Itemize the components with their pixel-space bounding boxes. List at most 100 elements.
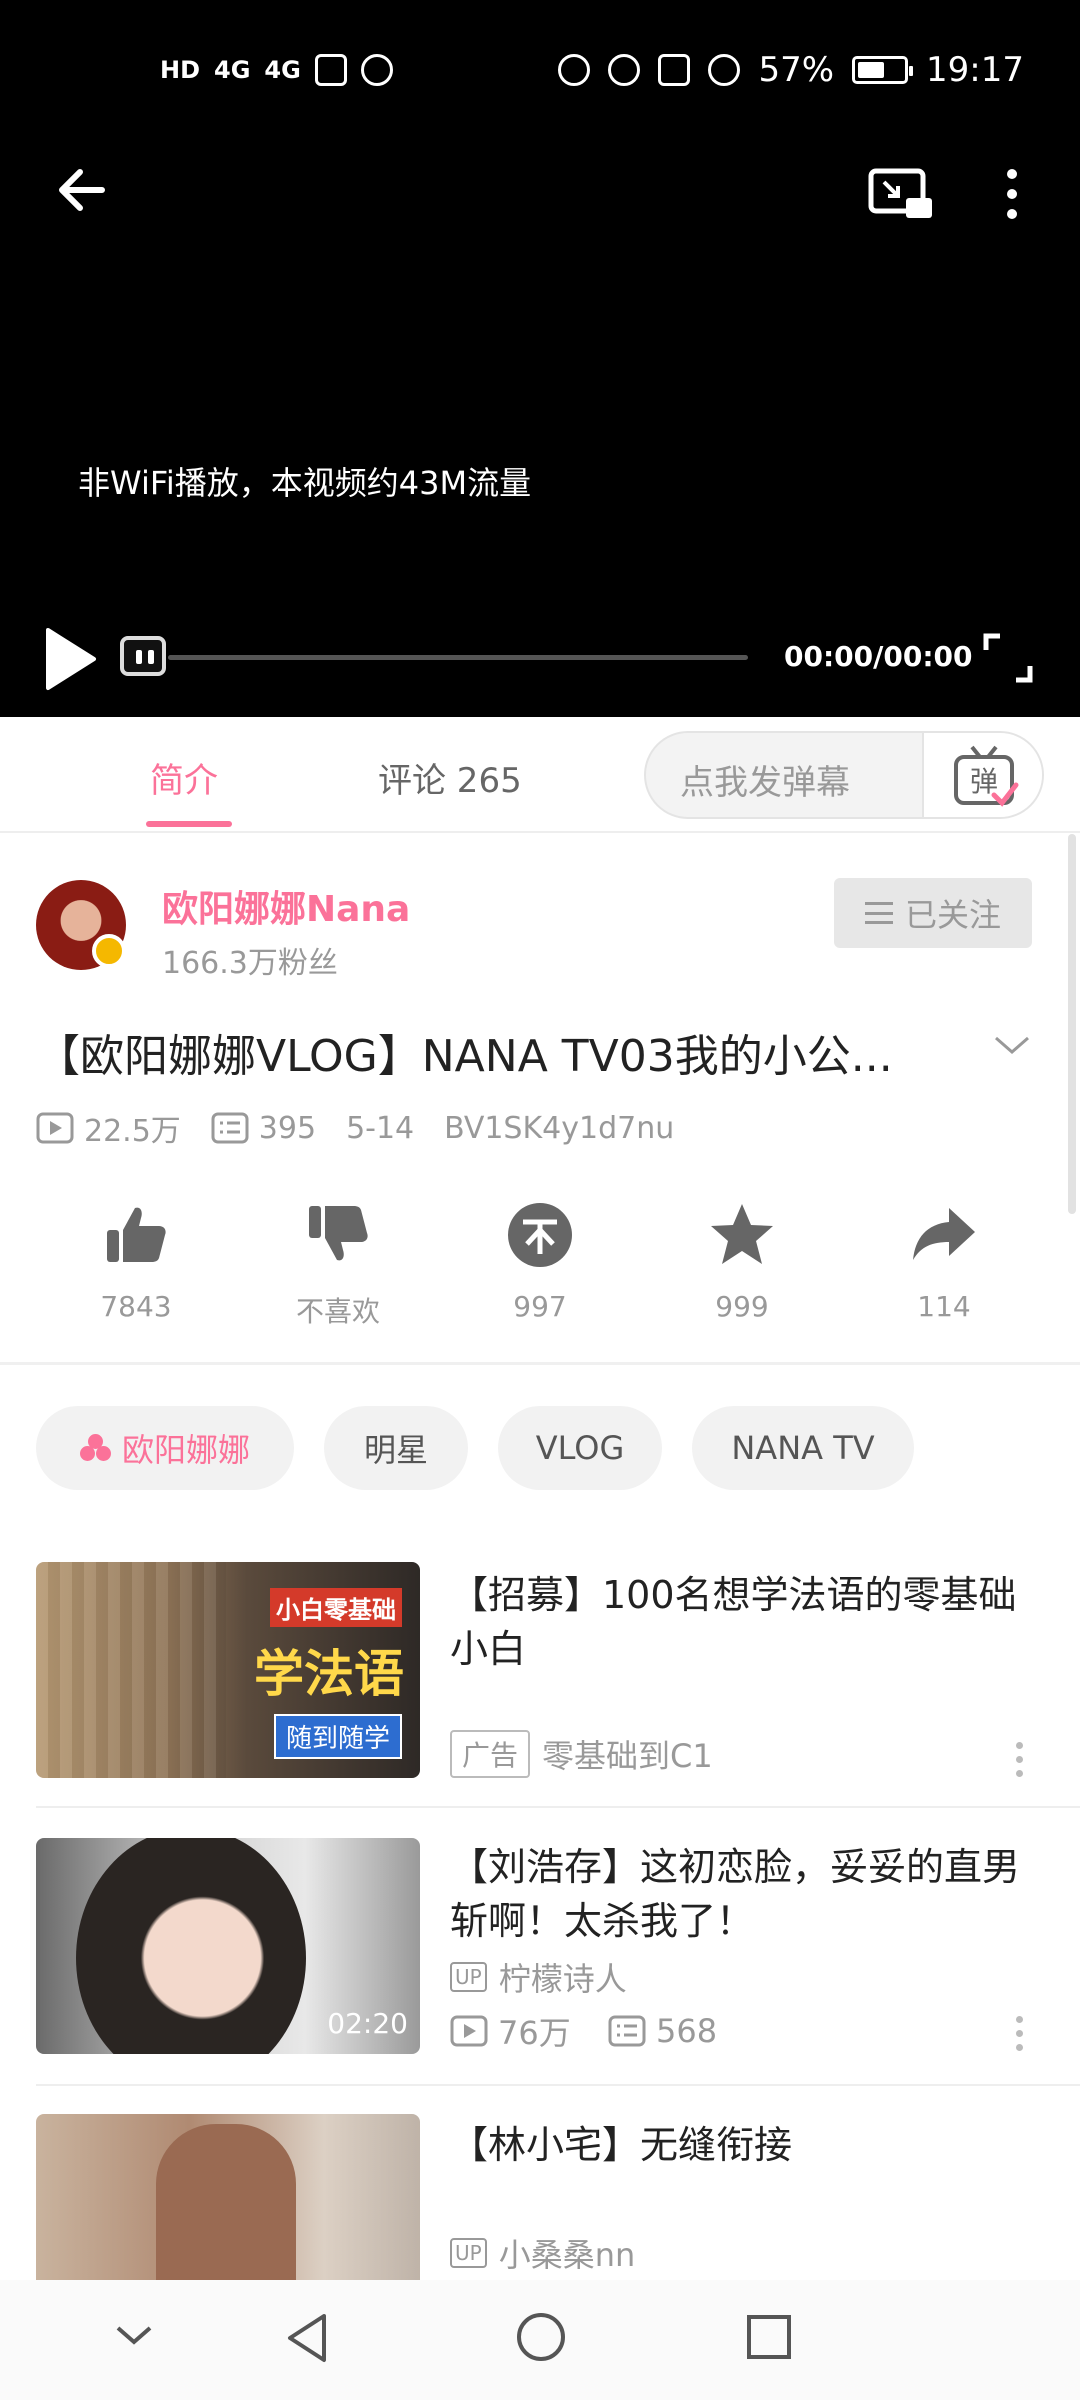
- ad-badge: 广告: [450, 1730, 531, 1778]
- video-player[interactable]: HD 4G 4G 57% 19:17 非WiFi播放，本视频约43M流量 00:…: [0, 0, 1080, 717]
- headset-icon: [558, 54, 591, 86]
- list-item[interactable]: 02:20 【刘浩存】这初恋脸，妥妥的直男斩啊！太杀我了！ UP 柠檬诗人 76…: [0, 1838, 1080, 2088]
- video-meta: 22.5万 395 5-14 BV1SK4y1d7nu: [36, 1106, 674, 1150]
- danmaku-input[interactable]: 点我发弹幕 弹: [644, 731, 1044, 819]
- video-title: 【欧阳娜娜VLOG】NANA TV03我的小公...: [36, 1031, 893, 1082]
- thumbs-up-icon: [107, 1207, 166, 1262]
- nfc-icon: [658, 54, 691, 86]
- video-thumbnail[interactable]: 小白零基础 学法语 随到随学: [36, 1562, 420, 1778]
- chevron-down-icon[interactable]: [992, 1030, 1032, 1060]
- up-badge: UP: [450, 1962, 487, 1992]
- coin-button[interactable]: 997: [470, 1200, 610, 1323]
- tab-intro[interactable]: 简介: [150, 753, 218, 802]
- item-more-icon[interactable]: [1016, 1742, 1024, 1778]
- hd-indicator: HD: [160, 56, 201, 84]
- danmaku-toggle-icon[interactable]: [120, 636, 166, 676]
- share-button[interactable]: 114: [874, 1200, 1014, 1323]
- list-divider: [36, 1806, 1080, 1808]
- eye-comfort-icon: [608, 54, 641, 86]
- play-icon[interactable]: [40, 624, 100, 694]
- scrollbar[interactable]: [1068, 834, 1076, 1214]
- section-divider: [0, 1362, 1080, 1365]
- active-tab-indicator: [146, 821, 232, 827]
- like-button[interactable]: 7843: [66, 1200, 206, 1323]
- item-author: 零基础到C1: [542, 1737, 713, 1775]
- nav-home-icon[interactable]: [514, 2310, 568, 2364]
- item-uploader: UP 小桑桑nn: [450, 2230, 635, 2276]
- play-count-icon: [450, 2015, 488, 2047]
- network-indicators: HD 4G 4G: [160, 40, 393, 100]
- list-divider: [36, 2084, 1080, 2086]
- battery-percent: 57%: [758, 50, 835, 90]
- system-navigation-bar: [0, 2280, 1080, 2400]
- chevron-down-icon[interactable]: [112, 2320, 156, 2350]
- uploader-tag-icon: [79, 1434, 112, 1462]
- cast-screen-icon[interactable]: [868, 168, 934, 222]
- item-title: 【林小宅】无缝衔接: [450, 2123, 793, 2167]
- video-duration: 02:20: [327, 2007, 408, 2040]
- tag-label: NANA TV: [731, 1429, 875, 1467]
- danmaku-settings-button[interactable]: 弹: [922, 733, 1042, 817]
- play-count-icon: [36, 1112, 74, 1144]
- danmaku-count-icon: [608, 2015, 646, 2047]
- tab-comments[interactable]: 评论 265: [378, 753, 522, 802]
- back-arrow-icon[interactable]: [52, 160, 112, 220]
- item-uploader: UP 柠檬诗人: [450, 1954, 627, 2000]
- danmaku-tv-icon: 弹: [954, 745, 1019, 807]
- battery-icon: [852, 56, 914, 84]
- fan-count: 166.3万粉丝: [162, 946, 338, 981]
- thumb-text: 小白零基础: [270, 1588, 402, 1627]
- item-views: 76万: [498, 2014, 571, 2052]
- video-thumbnail[interactable]: [36, 2114, 420, 2284]
- danmaku-placeholder: 点我发弹幕: [680, 763, 850, 803]
- tag-label: 明星: [363, 1431, 428, 1469]
- item-author: 柠檬诗人: [498, 1960, 627, 1998]
- item-title: 【刘浩存】这初恋脸，妥妥的直男斩啊！太杀我了！: [450, 1845, 1021, 1943]
- nav-back-icon[interactable]: [282, 2310, 332, 2366]
- star-icon: [711, 1204, 773, 1264]
- thumb-text: 随到随学: [273, 1714, 402, 1759]
- list-item[interactable]: 小白零基础 学法语 随到随学 【招募】100名想学法语的零基础小白 广告 零基础…: [0, 1562, 1080, 1812]
- up-badge: UP: [450, 2238, 487, 2268]
- nav-recents-icon[interactable]: [744, 2312, 794, 2362]
- detail-tabs: 简介 评论 265 点我发弹幕 弹: [0, 717, 1080, 833]
- verified-badge-icon: [92, 934, 126, 968]
- thumb-text: 学法语: [254, 1645, 404, 1703]
- tag-item[interactable]: NANA TV: [692, 1406, 914, 1490]
- more-options-icon[interactable]: [1000, 164, 1024, 224]
- share-arrow-icon: [913, 1208, 975, 1260]
- coin-count: 997: [513, 1290, 567, 1323]
- tag-uploader[interactable]: 欧阳娜娜: [36, 1406, 294, 1490]
- tag-label: VLOG: [535, 1429, 625, 1467]
- data-usage-notice: 非WiFi播放，本视频约43M流量: [78, 464, 532, 502]
- item-more-icon[interactable]: [1016, 2016, 1024, 2052]
- tag-item[interactable]: 明星: [324, 1406, 468, 1490]
- like-count: 7843: [100, 1290, 172, 1323]
- danmaku-count-icon: [211, 1112, 249, 1144]
- playback-time: 00:00/00:00: [784, 640, 973, 673]
- video-thumbnail[interactable]: 02:20: [36, 1838, 420, 2054]
- view-count: 22.5万: [84, 1114, 181, 1149]
- danmaku-count: 395: [258, 1110, 317, 1146]
- share-count: 114: [917, 1290, 971, 1323]
- status-bar: HD 4G 4G 57% 19:17: [0, 40, 1080, 100]
- item-author: 小桑桑nn: [498, 2236, 636, 2274]
- uploader-name[interactable]: 欧阳娜娜Nana: [162, 880, 410, 932]
- mute-bell-icon: [708, 54, 741, 86]
- item-subtitle: 广告 零基础到C1: [450, 1730, 713, 1778]
- publish-date: 5-14: [346, 1110, 415, 1146]
- favorite-button[interactable]: 999: [672, 1200, 812, 1323]
- follow-label: 已关注: [904, 896, 1001, 934]
- clock: 19:17: [926, 50, 1024, 90]
- item-danmaku: 568: [656, 2012, 718, 2050]
- bvid: BV1SK4y1d7nu: [444, 1110, 675, 1146]
- follow-button[interactable]: 已关注: [834, 878, 1032, 948]
- action-bar: 7843 不喜欢 997 999 114: [0, 1200, 1080, 1350]
- thumbs-down-icon: [309, 1206, 368, 1261]
- progress-track[interactable]: [168, 655, 748, 660]
- item-stats: 76万 568: [450, 2008, 717, 2054]
- dislike-button[interactable]: 不喜欢: [268, 1200, 408, 1330]
- tag-item[interactable]: VLOG: [498, 1406, 662, 1490]
- fullscreen-icon[interactable]: [982, 632, 1034, 684]
- list-item[interactable]: 【林小宅】无缝衔接 UP 小桑桑nn: [0, 2114, 1080, 2284]
